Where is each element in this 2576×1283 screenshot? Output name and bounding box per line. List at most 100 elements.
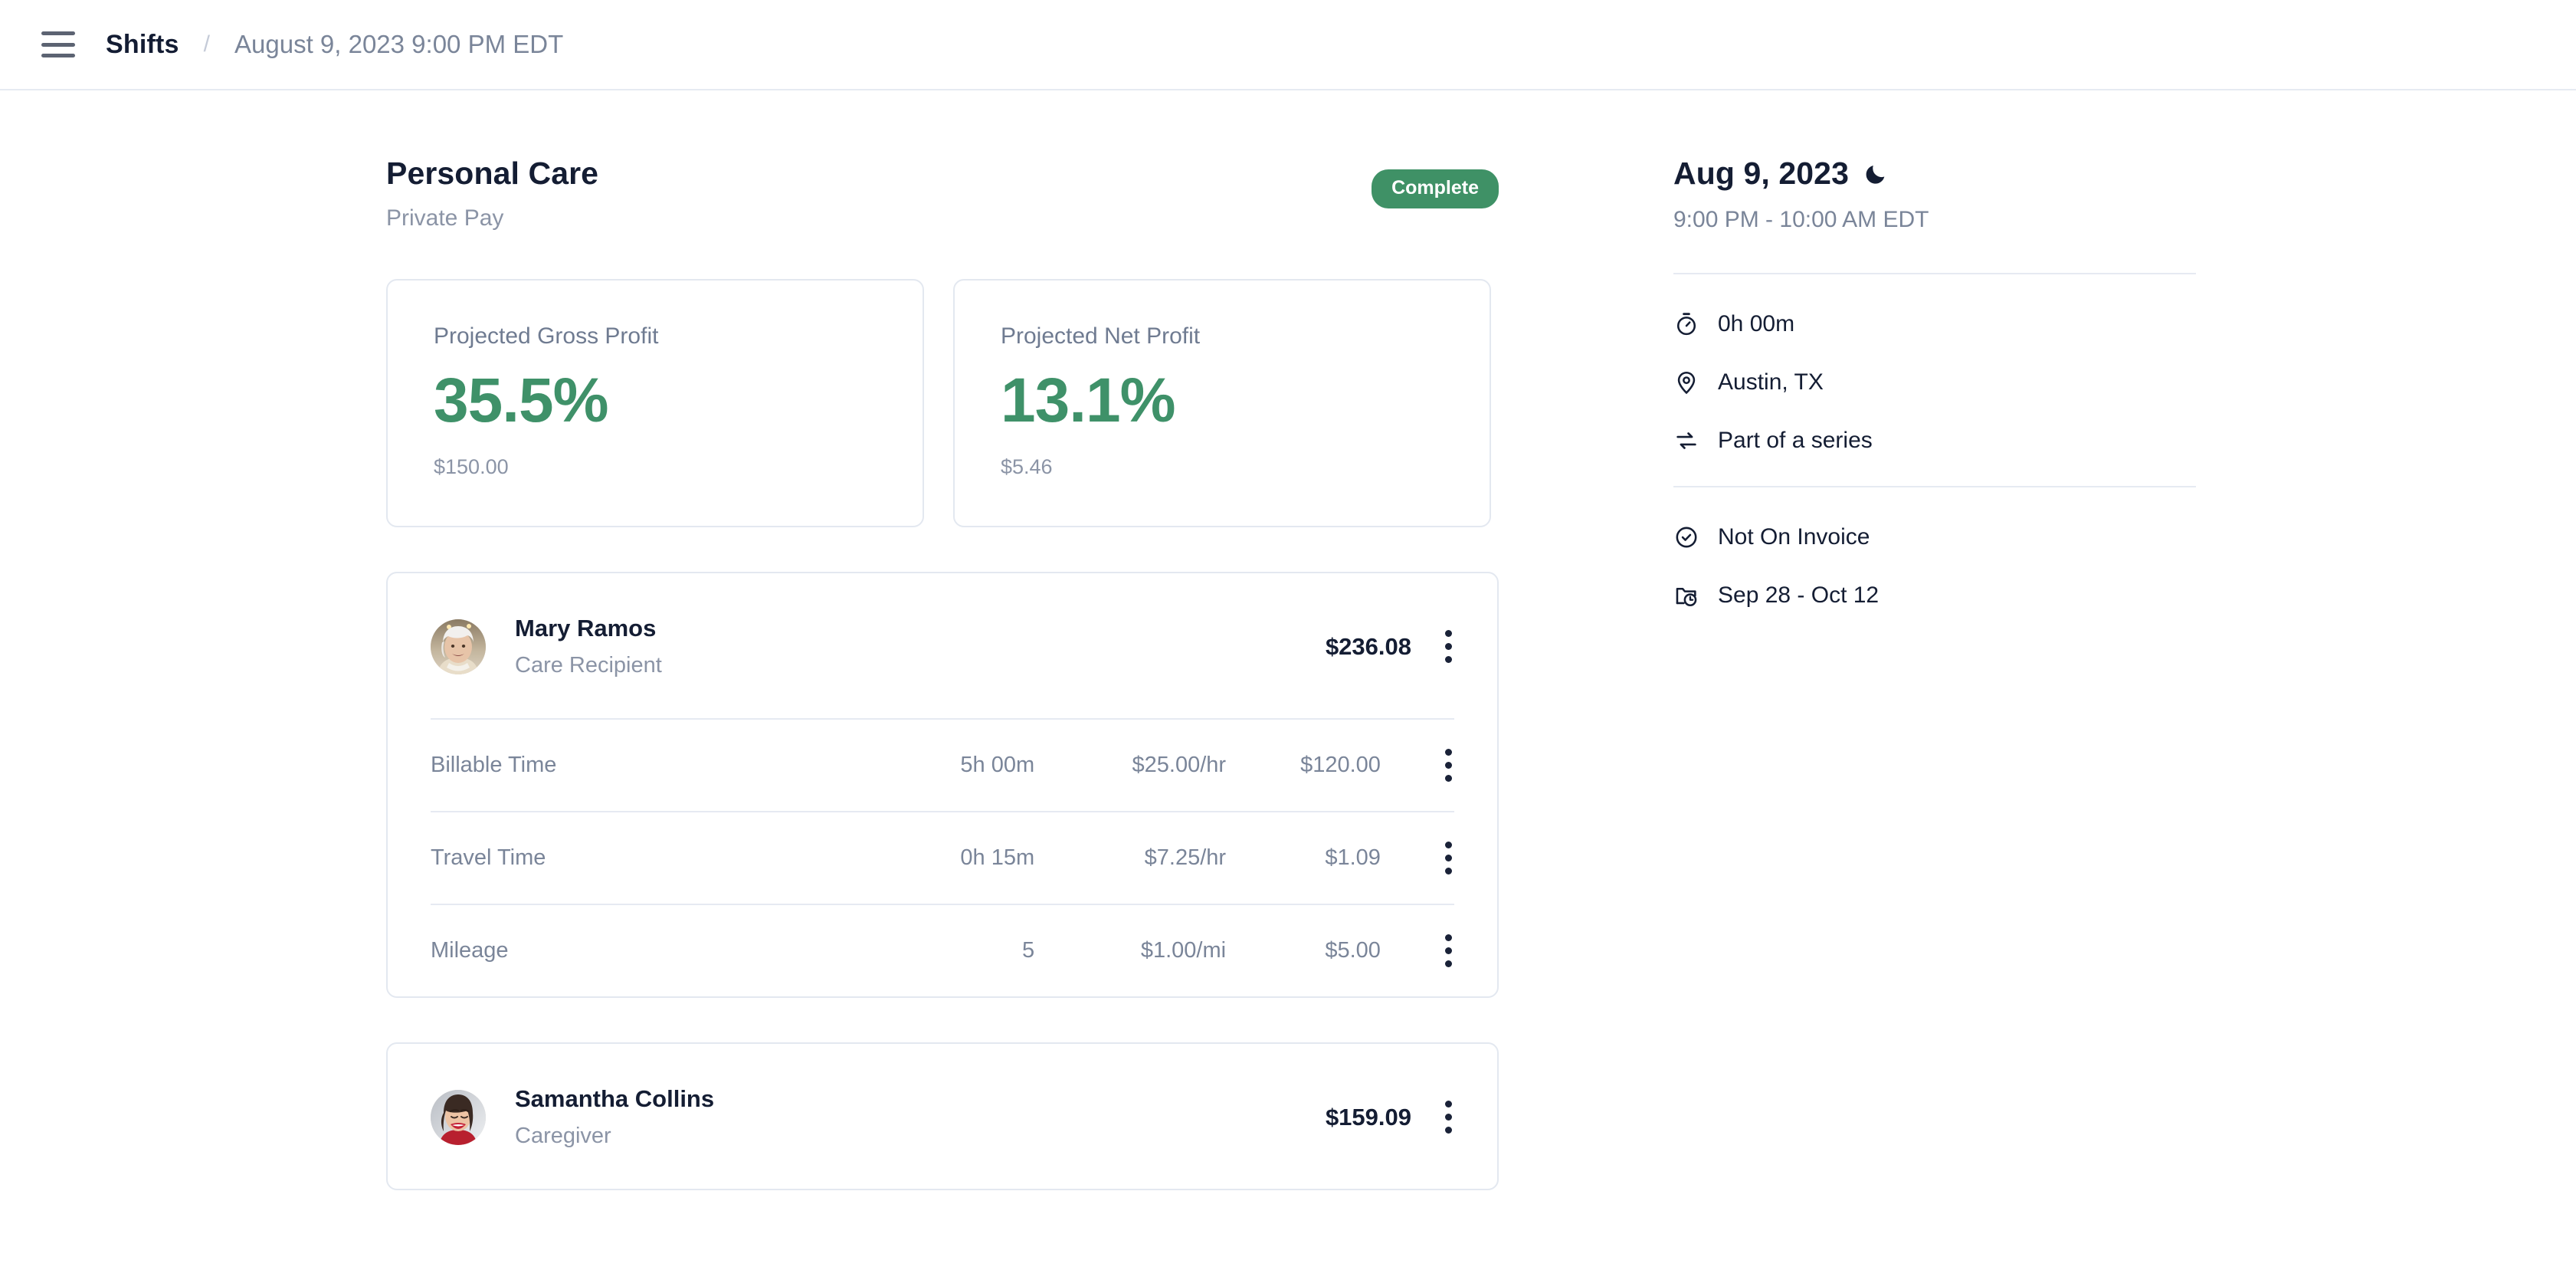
line-item-row[interactable]: Billable Time 5h 00m $25.00/hr $120.00 bbox=[431, 720, 1454, 811]
job-header: Personal Care Private Pay Complete bbox=[386, 156, 1499, 231]
line-item-label: Travel Time bbox=[431, 845, 546, 871]
breadcrumb-current: August 9, 2023 9:00 PM EDT bbox=[234, 30, 564, 58]
person-more-options-icon[interactable] bbox=[1442, 630, 1454, 664]
hamburger-bar bbox=[41, 54, 75, 57]
kebab-dot bbox=[1444, 960, 1452, 968]
kebab-dot bbox=[1444, 762, 1452, 769]
kebab-dot bbox=[1444, 934, 1452, 942]
shift-series-label: Part of a series bbox=[1718, 428, 1873, 453]
line-item-more-options-icon[interactable] bbox=[1442, 842, 1454, 875]
avatar bbox=[431, 1089, 486, 1145]
kebab-dot bbox=[1444, 855, 1452, 862]
invoice-status-item: Not On Invoice bbox=[1673, 524, 2196, 550]
profit-card-amount: $150.00 bbox=[434, 455, 509, 479]
divider bbox=[1673, 486, 2196, 487]
status-badge: Complete bbox=[1372, 169, 1499, 208]
shift-info-group-one: 0h 00m Austin, TX Part of a series bbox=[1673, 311, 2196, 454]
avatar bbox=[431, 619, 486, 674]
kebab-dot bbox=[1444, 749, 1452, 756]
folder-clock-icon bbox=[1676, 587, 1697, 607]
shift-duration-item: 0h 00m bbox=[1673, 311, 2196, 337]
person-meta: Samantha Collins Caregiver bbox=[515, 1085, 1326, 1149]
kebab-dot bbox=[1444, 1101, 1452, 1108]
top-bar: Shifts / August 9, 2023 9:00 PM EDT bbox=[0, 0, 2576, 90]
person-role: Caregiver bbox=[515, 1124, 611, 1149]
job-header-text: Personal Care Private Pay bbox=[386, 156, 1372, 231]
line-item-rate: $7.25/hr bbox=[1144, 845, 1227, 871]
line-item-quantity: 0h 15m bbox=[960, 845, 1035, 871]
profit-card-value: 13.1% bbox=[1001, 366, 1176, 436]
hamburger-menu-icon[interactable] bbox=[41, 31, 75, 57]
line-item-rate: $1.00/mi bbox=[1140, 938, 1227, 963]
line-item-menu bbox=[1381, 842, 1454, 875]
kebab-dot bbox=[1444, 868, 1452, 875]
person-card: Samantha Collins Caregiver $159.09 bbox=[386, 1042, 1499, 1191]
profit-card-value: 35.5% bbox=[434, 366, 609, 436]
shift-location-item: Austin, TX bbox=[1673, 369, 2196, 395]
line-item-row[interactable]: Travel Time 0h 15m $7.25/hr $1.09 bbox=[431, 812, 1454, 904]
kebab-dot bbox=[1444, 656, 1452, 664]
shift-duration-label: 0h 00m bbox=[1718, 311, 1795, 336]
main-column: Personal Care Private Pay Complete Proje… bbox=[0, 90, 1502, 1283]
person-header[interactable]: Samantha Collins Caregiver $159.09 bbox=[431, 1044, 1454, 1189]
kebab-dot bbox=[1444, 1114, 1452, 1121]
person-meta: Mary Ramos Care Recipient bbox=[515, 615, 1326, 678]
line-item-rate: $25.00/hr bbox=[1132, 753, 1227, 778]
kebab-dot bbox=[1444, 1127, 1452, 1134]
shift-series-item: Part of a series bbox=[1673, 428, 2196, 454]
line-item-row[interactable]: Mileage 5 $1.00/mi $5.00 bbox=[431, 905, 1454, 996]
profit-card-label: Projected Net Profit bbox=[1001, 323, 1201, 349]
shift-date-row: Aug 9, 2023 bbox=[1673, 156, 2196, 192]
kebab-dot bbox=[1444, 775, 1452, 783]
line-item-label: Mileage bbox=[431, 938, 509, 963]
person-role: Care Recipient bbox=[515, 653, 662, 678]
shift-time-range: 9:00 PM - 10:00 AM EDT bbox=[1673, 207, 1929, 232]
shift-date: Aug 9, 2023 bbox=[1673, 156, 1849, 191]
line-item-more-options-icon[interactable] bbox=[1442, 934, 1454, 968]
line-item-menu bbox=[1381, 749, 1454, 783]
repeat-series-icon bbox=[1676, 432, 1696, 449]
projected-net-profit-card: Projected Net Profit 13.1% $5.46 bbox=[953, 279, 1491, 528]
line-item-total: $120.00 bbox=[1300, 753, 1381, 778]
shift-details-sidebar: Aug 9, 2023 9:00 PM - 10:00 AM EDT 0h 00… bbox=[1502, 90, 2196, 1283]
breadcrumb-root[interactable]: Shifts bbox=[106, 30, 179, 60]
invoice-status-label: Not On Invoice bbox=[1718, 524, 1870, 550]
pay-period-item: Sep 28 - Oct 12 bbox=[1673, 582, 2196, 609]
line-item-quantity: 5h 00m bbox=[960, 753, 1035, 778]
person-header[interactable]: Mary Ramos Care Recipient $236.08 bbox=[431, 573, 1454, 718]
profit-cards: Projected Gross Profit 35.5% $150.00 Pro… bbox=[386, 279, 1502, 528]
moon-icon bbox=[1866, 165, 1885, 184]
profit-card-amount: $5.46 bbox=[1001, 455, 1053, 479]
line-item-menu bbox=[1381, 934, 1454, 968]
page-title: Personal Care bbox=[386, 156, 599, 191]
line-item-total: $1.09 bbox=[1325, 845, 1381, 871]
breadcrumb-separator: / bbox=[203, 31, 210, 57]
person-card: Mary Ramos Care Recipient $236.08 Billab… bbox=[386, 572, 1499, 999]
stopwatch-icon bbox=[1676, 313, 1696, 336]
job-subtitle: Private Pay bbox=[386, 205, 504, 231]
kebab-dot bbox=[1444, 947, 1452, 955]
person-name: Samantha Collins bbox=[515, 1085, 715, 1113]
shift-info-group-two: Not On Invoice Sep 28 - Oct 12 bbox=[1673, 524, 2196, 609]
profit-card-label: Projected Gross Profit bbox=[434, 323, 659, 349]
hamburger-bar bbox=[41, 42, 75, 47]
location-pin-icon bbox=[1677, 371, 1696, 395]
projected-gross-profit-card: Projected Gross Profit 35.5% $150.00 bbox=[386, 279, 924, 528]
person-more-options-icon[interactable] bbox=[1442, 1101, 1454, 1134]
pay-period-label: Sep 28 - Oct 12 bbox=[1718, 582, 1880, 608]
divider bbox=[1673, 273, 2196, 274]
kebab-dot bbox=[1444, 842, 1452, 849]
person-name: Mary Ramos bbox=[515, 615, 657, 642]
shift-location-label: Austin, TX bbox=[1718, 369, 1824, 395]
kebab-dot bbox=[1444, 643, 1452, 651]
check-circle-icon bbox=[1676, 527, 1697, 548]
page-body: Personal Care Private Pay Complete Proje… bbox=[0, 90, 2576, 1283]
hamburger-bar bbox=[41, 31, 75, 35]
line-item-more-options-icon[interactable] bbox=[1442, 749, 1454, 783]
kebab-dot bbox=[1444, 630, 1452, 638]
line-item-quantity: 5 bbox=[1022, 938, 1035, 963]
person-total-amount: $159.09 bbox=[1325, 1103, 1411, 1130]
person-total-amount: $236.08 bbox=[1325, 632, 1411, 660]
line-item-label: Billable Time bbox=[431, 753, 557, 778]
line-item-total: $5.00 bbox=[1325, 938, 1381, 963]
